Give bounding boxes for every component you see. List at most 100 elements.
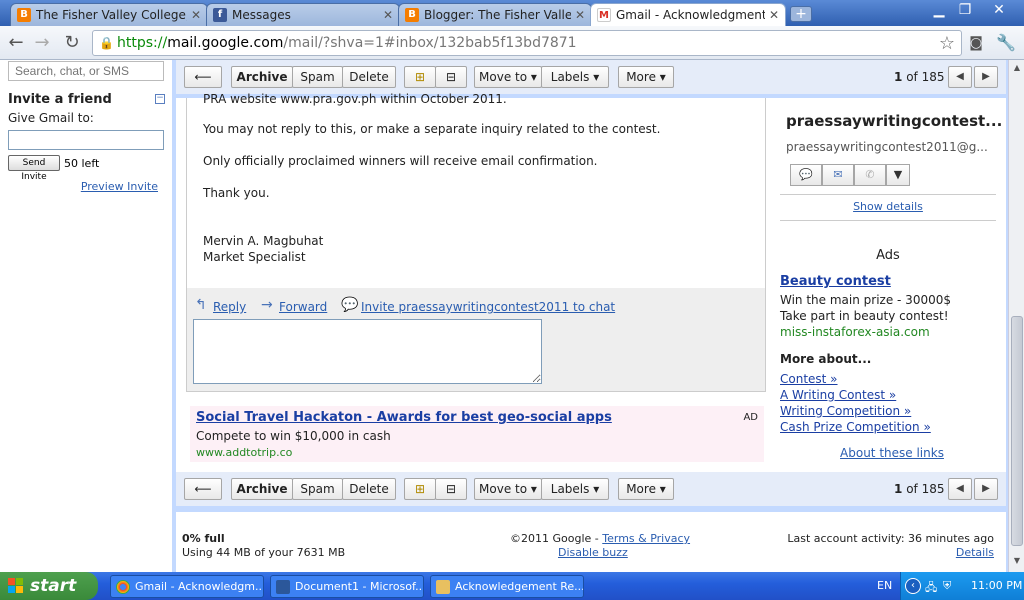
back-to-inbox-button[interactable]: ⟵ bbox=[184, 478, 222, 500]
security-icon[interactable]: ⛨ bbox=[943, 579, 951, 593]
about-these-links[interactable]: About these links bbox=[780, 446, 1004, 460]
reply-link[interactable]: Reply bbox=[213, 300, 246, 314]
move-to-dropdown[interactable]: Move to ▾ bbox=[474, 478, 542, 500]
scroll-down-icon[interactable]: ▼ bbox=[1011, 556, 1023, 568]
message-line: PRA website www.pra.gov.ph within Octobe… bbox=[203, 92, 507, 106]
forward-icon: → bbox=[261, 297, 273, 313]
url-host: mail.google.com bbox=[167, 35, 284, 51]
invite-email-input[interactable] bbox=[8, 130, 164, 150]
forward-link[interactable]: Forward bbox=[279, 300, 327, 314]
browser-tab-fisher-valley[interactable]: B The Fisher Valley College, Tag ✕ bbox=[10, 3, 208, 26]
browser-tab-blogger[interactable]: B Blogger: The Fisher Valley Colle ✕ bbox=[398, 3, 592, 26]
left-sidebar: Invite a friend − Give Gmail to: Send In… bbox=[0, 60, 172, 572]
quick-reply-textarea[interactable] bbox=[193, 319, 542, 384]
details-link[interactable]: Details bbox=[956, 546, 994, 559]
url-scheme: https:// bbox=[117, 35, 168, 51]
related-link[interactable]: Cash Prize Competition » bbox=[780, 420, 931, 434]
gmail-icon: M bbox=[597, 8, 611, 22]
contact-dropdown-icon[interactable]: ▼ bbox=[886, 164, 910, 186]
remove-icon[interactable]: ⊟ bbox=[435, 66, 467, 88]
browser-tab-strip: B The Fisher Valley College, Tag ✕ f Mes… bbox=[0, 0, 1024, 26]
close-icon[interactable]: ✕ bbox=[383, 8, 393, 22]
clock[interactable]: 11:00 PM bbox=[971, 579, 1022, 592]
word-icon bbox=[276, 580, 290, 594]
language-indicator[interactable]: EN bbox=[877, 579, 892, 592]
terms-link[interactable]: Terms & Privacy bbox=[602, 532, 690, 545]
tab-title: Blogger: The Fisher Valley Colle bbox=[424, 8, 571, 22]
ad-url[interactable]: miss-instaforex-asia.com bbox=[780, 325, 930, 339]
browser-tab-messages[interactable]: f Messages ✕ bbox=[206, 3, 400, 26]
collapse-icon[interactable]: − bbox=[155, 94, 165, 104]
email-icon[interactable]: ✉ bbox=[822, 164, 854, 186]
more-dropdown[interactable]: More ▾ bbox=[618, 478, 674, 500]
extension-icon[interactable]: ◙ bbox=[964, 31, 988, 55]
start-button[interactable]: start bbox=[0, 572, 98, 600]
bookmark-star-icon[interactable]: ☆ bbox=[939, 33, 955, 54]
move-to-dropdown[interactable]: Move to ▾ bbox=[474, 66, 542, 88]
address-bar[interactable]: 🔒 https://mail.google.com/mail/?shva=1#i… bbox=[92, 30, 962, 56]
add-star-icon[interactable]: ⊞ bbox=[404, 478, 436, 500]
preview-invite-link[interactable]: Preview Invite bbox=[81, 180, 158, 193]
scroll-up-icon[interactable]: ▲ bbox=[1011, 63, 1023, 75]
blogger-icon: B bbox=[17, 8, 31, 22]
show-details-link[interactable]: Show details bbox=[780, 200, 996, 213]
ad-title-link[interactable]: Social Travel Hackaton - Awards for best… bbox=[196, 410, 612, 425]
chat-search-input[interactable] bbox=[8, 61, 164, 81]
close-icon[interactable]: ✕ bbox=[191, 8, 201, 22]
related-link[interactable]: Writing Competition » bbox=[780, 404, 911, 418]
delete-button[interactable]: Delete bbox=[342, 66, 396, 88]
invite-to-chat-link[interactable]: Invite praessaywritingcontest2011 to cha… bbox=[361, 300, 615, 314]
pager-total: of 185 bbox=[906, 70, 945, 84]
new-tab-button[interactable]: + bbox=[790, 6, 812, 22]
related-link[interactable]: A Writing Contest » bbox=[780, 388, 896, 402]
message-line: Only officially proclaimed winners will … bbox=[203, 154, 598, 168]
ad-url[interactable]: www.addtotrip.co bbox=[196, 446, 292, 459]
more-dropdown[interactable]: More ▾ bbox=[618, 66, 674, 88]
labels-dropdown[interactable]: Labels ▾ bbox=[541, 478, 609, 500]
add-star-icon[interactable]: ⊞ bbox=[404, 66, 436, 88]
next-page-icon[interactable]: ▶ bbox=[974, 478, 998, 500]
chat-icon[interactable]: 💬 bbox=[790, 164, 822, 186]
network-icon[interactable]: 🖧 bbox=[925, 579, 937, 598]
reload-icon[interactable]: ↻ bbox=[60, 31, 84, 55]
archive-button[interactable]: Archive bbox=[231, 66, 293, 88]
taskbar-item-gmail[interactable]: Gmail - Acknowledgm... bbox=[110, 575, 264, 598]
chevron-left-icon[interactable]: ‹ bbox=[905, 578, 921, 594]
close-icon[interactable]: ✕ bbox=[575, 8, 585, 22]
disable-buzz-link[interactable]: Disable buzz bbox=[558, 546, 628, 559]
tab-title: The Fisher Valley College, Tag bbox=[36, 8, 187, 22]
maximize-icon[interactable]: ❐ bbox=[952, 1, 978, 19]
phone-icon[interactable]: ✆ bbox=[854, 164, 886, 186]
close-window-icon[interactable]: ✕ bbox=[986, 1, 1012, 19]
forward-arrow-icon[interactable]: → bbox=[30, 31, 54, 55]
vertical-scrollbar[interactable]: ▲ ▼ bbox=[1008, 60, 1024, 572]
back-arrow-icon[interactable]: ← bbox=[4, 31, 28, 55]
related-link[interactable]: Contest » bbox=[780, 372, 838, 386]
system-tray: EN ‹ 🖧 ⛨ 11:00 PM bbox=[877, 572, 1024, 600]
spam-button[interactable]: Spam bbox=[292, 66, 343, 88]
taskbar-item-word[interactable]: Document1 - Microsof... bbox=[270, 575, 424, 598]
browser-tab-gmail[interactable]: M Gmail - Acknowledgment of Re ✕ bbox=[590, 3, 786, 26]
ad-title-link[interactable]: Beauty contest bbox=[780, 274, 891, 289]
wrench-icon[interactable]: 🔧 bbox=[994, 31, 1018, 55]
chrome-icon bbox=[116, 580, 130, 594]
taskbar: start Gmail - Acknowledgm... Document1 -… bbox=[0, 572, 1024, 600]
reply-area: ↰ Reply → Forward 💬 Invite praessaywriti… bbox=[187, 288, 765, 391]
next-page-icon[interactable]: ▶ bbox=[974, 66, 998, 88]
spam-button[interactable]: Spam bbox=[292, 478, 343, 500]
scroll-thumb[interactable] bbox=[1011, 316, 1023, 546]
archive-button[interactable]: Archive bbox=[231, 478, 293, 500]
prev-page-icon[interactable]: ◀ bbox=[948, 478, 972, 500]
close-icon[interactable]: ✕ bbox=[769, 8, 779, 22]
facebook-icon: f bbox=[213, 8, 227, 22]
labels-dropdown[interactable]: Labels ▾ bbox=[541, 66, 609, 88]
delete-button[interactable]: Delete bbox=[342, 478, 396, 500]
remove-icon[interactable]: ⊟ bbox=[435, 478, 467, 500]
back-to-inbox-button[interactable]: ⟵ bbox=[184, 66, 222, 88]
prev-page-icon[interactable]: ◀ bbox=[948, 66, 972, 88]
divider bbox=[780, 220, 996, 221]
browser-toolbar: ← → ↻ 🔒 https://mail.google.com/mail/?sh… bbox=[0, 26, 1024, 60]
minimize-icon[interactable]: ▁ bbox=[926, 1, 952, 19]
send-invite-button[interactable]: Send Invite bbox=[8, 155, 60, 182]
taskbar-item-paint[interactable]: Acknowledgement Re... bbox=[430, 575, 584, 598]
